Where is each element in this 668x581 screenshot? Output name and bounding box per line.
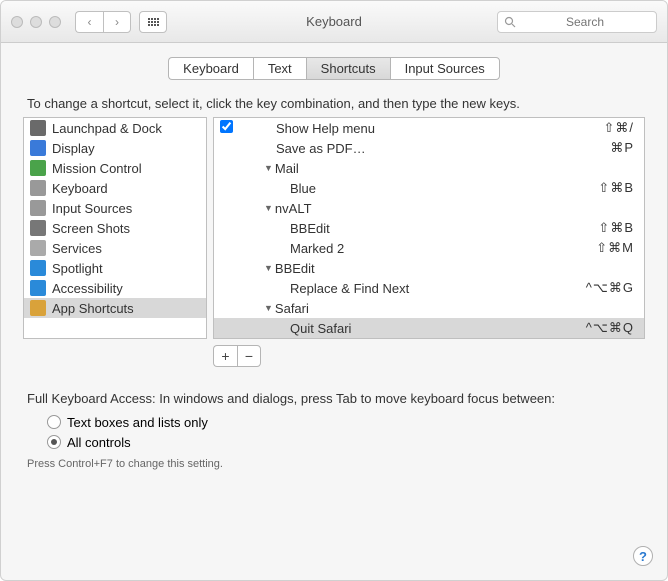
close-button[interactable] bbox=[11, 16, 23, 28]
chevron-left-icon: ‹ bbox=[88, 15, 92, 29]
window-controls bbox=[11, 16, 61, 28]
category-label: App Shortcuts bbox=[52, 301, 134, 316]
radio-label: All controls bbox=[67, 435, 131, 450]
category-item[interactable]: Display bbox=[24, 138, 206, 158]
disclosure-triangle-icon[interactable]: ▼ bbox=[264, 263, 273, 273]
shortcut-name: Marked 2 bbox=[238, 241, 344, 256]
category-item[interactable]: Accessibility bbox=[24, 278, 206, 298]
shortcut-group-header[interactable]: ▼Safari bbox=[214, 298, 644, 318]
search-input[interactable] bbox=[497, 11, 657, 33]
radio-button-icon bbox=[47, 415, 61, 429]
content-area: Keyboard Text Shortcuts Input Sources To… bbox=[1, 43, 667, 480]
category-label: Launchpad & Dock bbox=[52, 121, 162, 136]
shortcut-name: Quit Safari bbox=[238, 321, 351, 336]
shortcut-row[interactable]: Marked 2 ⇧⌘M bbox=[214, 238, 644, 258]
shortcut-name: Replace & Find Next bbox=[238, 281, 409, 296]
category-item[interactable]: Input Sources bbox=[24, 198, 206, 218]
category-icon bbox=[30, 120, 46, 136]
chevron-right-icon: › bbox=[115, 15, 119, 29]
category-label: Input Sources bbox=[52, 201, 132, 216]
category-icon bbox=[30, 280, 46, 296]
shortcut-name: Blue bbox=[238, 181, 316, 196]
back-button[interactable]: ‹ bbox=[75, 11, 103, 33]
shortcut-row[interactable]: BBEdit ⇧⌘B bbox=[214, 218, 644, 238]
enable-checkbox[interactable] bbox=[220, 120, 233, 133]
tab-input-sources[interactable]: Input Sources bbox=[390, 57, 500, 80]
nav-segment: ‹ › bbox=[75, 11, 131, 33]
category-label: Spotlight bbox=[52, 261, 103, 276]
category-icon bbox=[30, 240, 46, 256]
group-name: Mail bbox=[275, 161, 299, 176]
checkbox-col bbox=[214, 120, 238, 136]
shortcut-keys[interactable]: ^⌥⌘Q bbox=[586, 320, 634, 336]
shortcut-row[interactable]: Quit Safari ^⌥⌘Q bbox=[214, 318, 644, 338]
instruction-text: To change a shortcut, select it, click t… bbox=[27, 96, 645, 111]
zoom-button[interactable] bbox=[49, 16, 61, 28]
shortcut-keys[interactable]: ⌘P bbox=[610, 140, 634, 156]
group-name: Safari bbox=[275, 301, 309, 316]
category-item[interactable]: Keyboard bbox=[24, 178, 206, 198]
category-icon bbox=[30, 300, 46, 316]
shortcut-row[interactable]: Save as PDF… ⌘P bbox=[214, 138, 644, 158]
category-label: Display bbox=[52, 141, 95, 156]
fka-label: Full Keyboard Access: In windows and dia… bbox=[27, 391, 645, 406]
category-label: Keyboard bbox=[52, 181, 108, 196]
category-item[interactable]: Services bbox=[24, 238, 206, 258]
fka-hint: Press Control+F7 to change this setting. bbox=[27, 458, 645, 470]
grid-icon bbox=[148, 18, 159, 26]
shortcut-row[interactable]: Show Help menu ⇧⌘/ bbox=[214, 118, 644, 138]
shortcut-name: BBEdit bbox=[238, 221, 330, 236]
radio-label: Text boxes and lists only bbox=[67, 415, 208, 430]
shortcut-keys[interactable]: ⇧⌘/ bbox=[603, 120, 634, 136]
tab-text[interactable]: Text bbox=[253, 57, 306, 80]
tab-keyboard[interactable]: Keyboard bbox=[168, 57, 253, 80]
category-item[interactable]: Screen Shots bbox=[24, 218, 206, 238]
shortcut-keys[interactable]: ⇧⌘B bbox=[598, 180, 634, 196]
tab-bar: Keyboard Text Shortcuts Input Sources bbox=[23, 57, 645, 80]
disclosure-triangle-icon[interactable]: ▼ bbox=[264, 163, 273, 173]
forward-button[interactable]: › bbox=[103, 11, 131, 33]
category-item[interactable]: Mission Control bbox=[24, 158, 206, 178]
remove-button[interactable]: − bbox=[237, 345, 261, 367]
group-name: BBEdit bbox=[275, 261, 315, 276]
titlebar: ‹ › Keyboard bbox=[1, 1, 667, 43]
category-label: Screen Shots bbox=[52, 221, 130, 236]
shortcut-name: Show Help menu bbox=[238, 121, 375, 136]
preferences-window: ‹ › Keyboard Keyboard Text Shortcuts Inp… bbox=[0, 0, 668, 581]
help-button[interactable]: ? bbox=[633, 546, 653, 566]
minimize-button[interactable] bbox=[30, 16, 42, 28]
category-label: Services bbox=[52, 241, 102, 256]
add-button[interactable]: + bbox=[213, 345, 237, 367]
category-list[interactable]: Launchpad & Dock Display Mission Control Ke… bbox=[23, 117, 207, 339]
category-item[interactable]: Launchpad & Dock bbox=[24, 118, 206, 138]
category-item[interactable]: Spotlight bbox=[24, 258, 206, 278]
tab-shortcuts[interactable]: Shortcuts bbox=[306, 57, 390, 80]
radio-all-controls[interactable]: All controls bbox=[47, 432, 645, 452]
shortcut-group-header[interactable]: ▼BBEdit bbox=[214, 258, 644, 278]
disclosure-triangle-icon[interactable]: ▼ bbox=[264, 303, 273, 313]
shortcut-row[interactable]: Replace & Find Next ^⌥⌘G bbox=[214, 278, 644, 298]
shortcut-keys[interactable]: ^⌥⌘G bbox=[586, 280, 634, 296]
shortcut-row[interactable]: Blue ⇧⌘B bbox=[214, 178, 644, 198]
category-icon bbox=[30, 260, 46, 276]
category-label: Mission Control bbox=[52, 161, 142, 176]
shortcut-keys[interactable]: ⇧⌘M bbox=[596, 240, 634, 256]
group-name: nvALT bbox=[275, 201, 312, 216]
shortcut-list[interactable]: Show Help menu⇧⌘/Save as PDF…⌘P▼MailBlue… bbox=[213, 117, 645, 339]
category-icon bbox=[30, 160, 46, 176]
category-icon bbox=[30, 180, 46, 196]
shortcut-name: Save as PDF… bbox=[238, 141, 366, 156]
show-all-button[interactable] bbox=[139, 11, 167, 33]
radio-button-icon bbox=[47, 435, 61, 449]
shortcut-group-header[interactable]: ▼Mail bbox=[214, 158, 644, 178]
category-item[interactable]: App Shortcuts bbox=[24, 298, 206, 318]
category-icon bbox=[30, 140, 46, 156]
category-icon bbox=[30, 220, 46, 236]
shortcut-group-header[interactable]: ▼nvALT bbox=[214, 198, 644, 218]
radio-text-boxes[interactable]: Text boxes and lists only bbox=[47, 412, 645, 432]
category-icon bbox=[30, 200, 46, 216]
shortcut-keys[interactable]: ⇧⌘B bbox=[598, 220, 634, 236]
disclosure-triangle-icon[interactable]: ▼ bbox=[264, 203, 273, 213]
category-label: Accessibility bbox=[52, 281, 123, 296]
